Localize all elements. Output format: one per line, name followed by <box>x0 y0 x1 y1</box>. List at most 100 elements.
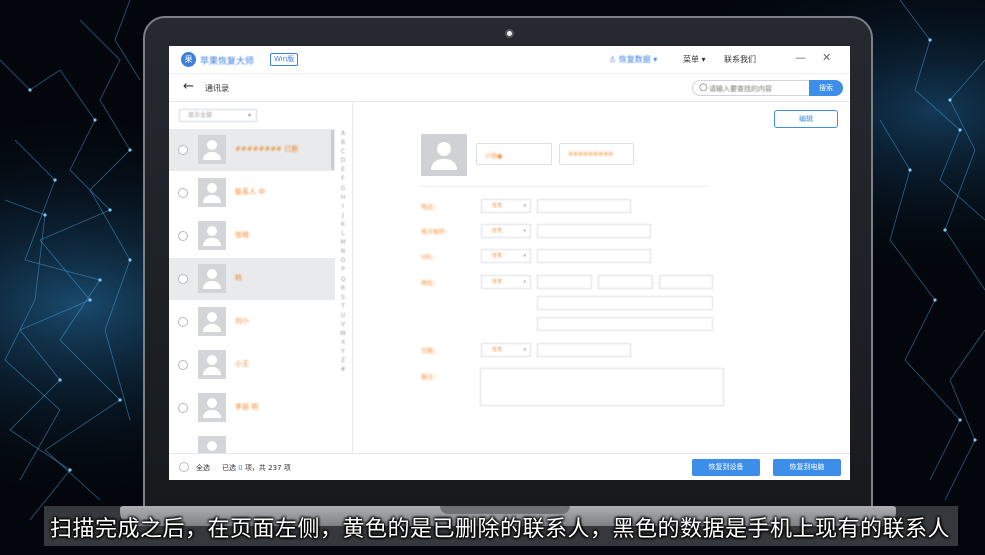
list-scrollbar[interactable] <box>331 130 334 170</box>
index-letter[interactable]: G <box>338 184 348 193</box>
contact-name: ######## 已删 <box>235 145 299 153</box>
restore-to-pc-button[interactable]: 恢复到电脑 <box>773 459 841 476</box>
edit-button[interactable]: 编辑 <box>774 110 838 128</box>
type-select[interactable]: 住宅 ▾ <box>481 249 531 263</box>
index-letter[interactable]: L <box>338 229 348 238</box>
name-field-2[interactable]: ######### <box>559 143 634 165</box>
list-item[interactable]: 刘小 <box>169 301 335 343</box>
index-letter[interactable]: Q <box>338 275 348 284</box>
selected-count: 0 <box>238 464 243 472</box>
name-field[interactable]: 小张● <box>476 143 552 165</box>
contact-name: 李丽 明 <box>235 403 259 411</box>
index-letter[interactable]: X <box>338 338 348 347</box>
video-subtitle: 扫描完成之后，在页面左侧，黄色的是已删除的联系人，黑色的数据是手机上现有的联系人 <box>50 517 951 542</box>
chevron-down-icon: ▾ <box>653 55 658 64</box>
list-item[interactable]: ######## 已删 <box>169 129 335 171</box>
phone-input[interactable] <box>537 199 631 213</box>
index-letter[interactable]: Z <box>338 356 348 365</box>
index-letter[interactable]: A <box>338 129 348 138</box>
type-select[interactable]: 住宅 ▾ <box>481 224 531 238</box>
alphabet-index[interactable]: A B C D E F G H I J K L M N O P Q R S T U V W X Y Z # <box>338 129 348 447</box>
address-input[interactable] <box>537 317 713 331</box>
bottom-bar: 全选 已选 0 项，共 237 项 恢复到设备 恢复到电脑 <box>169 453 850 480</box>
index-letter[interactable]: S <box>338 293 348 302</box>
index-letter[interactable]: D <box>338 156 348 165</box>
avatar <box>198 307 226 336</box>
app-title: 苹果恢复大师 <box>200 57 255 67</box>
notes-textarea[interactable] <box>480 368 724 406</box>
email-input[interactable] <box>537 224 651 238</box>
select-radio[interactable] <box>178 145 188 155</box>
address-input[interactable] <box>598 275 653 289</box>
index-letter[interactable]: P <box>338 265 348 274</box>
index-letter[interactable]: E <box>338 165 348 174</box>
list-item[interactable]: 小王 <box>169 344 335 386</box>
contact-us-link[interactable]: 联系我们 <box>724 54 756 65</box>
contact-name: 刘小 <box>235 317 249 325</box>
address-input[interactable] <box>659 275 713 289</box>
avatar <box>198 264 226 293</box>
chevron-down-icon: ▾ <box>523 279 526 285</box>
chevron-down-icon: ▾ <box>523 228 526 234</box>
avatar <box>198 436 226 453</box>
index-letter[interactable]: C <box>338 147 348 156</box>
index-letter[interactable]: N <box>338 247 348 256</box>
select-radio[interactable] <box>178 317 188 327</box>
index-letter[interactable]: I <box>338 202 348 211</box>
search-button[interactable]: 搜索 <box>809 80 843 96</box>
type-select[interactable]: 住宅 ▾ <box>481 275 531 289</box>
select-radio[interactable] <box>178 231 188 241</box>
restore-to-device-button[interactable]: 恢复到设备 <box>692 459 760 476</box>
index-letter[interactable]: O <box>338 256 348 265</box>
filter-dropdown[interactable]: 显示全部 ▾ <box>179 109 257 122</box>
contact-name: 张晓 <box>235 231 249 239</box>
minimize-button[interactable]: — <box>795 51 806 64</box>
field-label: 电子邮件： <box>421 229 452 236</box>
contact-name: 联系人 中 <box>235 188 266 196</box>
chevron-down-icon: ▾ <box>247 112 251 119</box>
index-letter[interactable]: B <box>338 138 348 147</box>
name-value: 小张● <box>485 153 503 160</box>
index-letter[interactable]: Y <box>338 347 348 356</box>
selected-mid: 项，共 <box>244 464 266 472</box>
select-radio[interactable] <box>178 360 188 370</box>
select-radio[interactable] <box>178 274 188 284</box>
select-all-label[interactable]: 全选 <box>196 463 210 473</box>
close-button[interactable]: ✕ <box>822 51 831 64</box>
address-input[interactable] <box>537 275 592 289</box>
index-letter[interactable]: M <box>338 238 348 247</box>
user-menu[interactable]: ♙ 恢复数据 ▾ <box>609 54 657 65</box>
index-letter[interactable]: H <box>338 193 348 202</box>
date-input[interactable] <box>537 343 631 357</box>
index-letter[interactable]: F <box>338 174 348 183</box>
select-radio[interactable] <box>178 403 188 413</box>
index-letter[interactable]: T <box>338 302 348 311</box>
field-label: 电话： <box>421 204 440 211</box>
type-select[interactable]: 住宅 ▾ <box>481 199 531 213</box>
url-input[interactable] <box>537 249 651 263</box>
list-item[interactable]: 张晓 <box>169 215 335 257</box>
list-item[interactable]: 李丽 明 <box>169 387 335 429</box>
select-all-radio[interactable] <box>179 462 189 472</box>
index-letter[interactable]: U <box>338 311 348 320</box>
user-icon: ♙ <box>609 55 617 64</box>
list-item[interactable]: 韩 <box>169 258 335 300</box>
index-letter[interactable]: W <box>338 329 348 338</box>
index-letter[interactable]: # <box>338 365 348 374</box>
select-radio[interactable] <box>178 188 188 198</box>
main-menu-button[interactable]: 菜单 ▾ <box>683 54 706 65</box>
avatar <box>198 135 226 164</box>
search-icon: ○ <box>699 82 708 93</box>
back-arrow-icon[interactable]: ← <box>183 79 194 94</box>
index-letter[interactable]: V <box>338 320 348 329</box>
list-item[interactable] <box>169 430 335 453</box>
type-select[interactable]: 住宅 ▾ <box>481 343 531 357</box>
type-select-value: 住宅 <box>492 228 503 234</box>
address-input[interactable] <box>537 296 713 310</box>
app-window: 果 苹果恢复大师 Win版 ♙ 恢复数据 ▾ 菜单 ▾ 联系我们 — ✕ ← 通… <box>169 46 850 480</box>
list-item[interactable]: 联系人 中 <box>169 172 335 214</box>
search-input[interactable] <box>709 83 807 94</box>
index-letter[interactable]: K <box>338 220 348 229</box>
index-letter[interactable]: R <box>338 284 348 293</box>
index-letter[interactable]: J <box>338 211 348 220</box>
